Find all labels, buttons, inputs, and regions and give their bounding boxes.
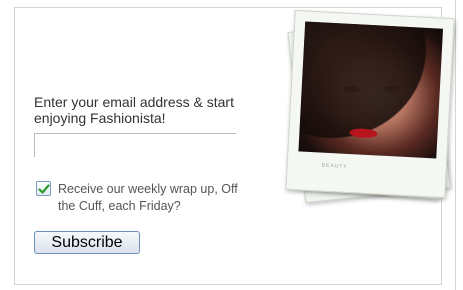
model-photo: [298, 21, 444, 159]
email-field[interactable]: [34, 133, 236, 157]
weekly-wrapup-checkbox[interactable]: [36, 181, 51, 196]
column-divider: [455, 0, 456, 290]
subscribe-button[interactable]: Subscribe: [34, 231, 140, 254]
hair: [298, 21, 444, 159]
checkmark-icon: [38, 184, 50, 194]
polaroid-caption: BEAUTY: [321, 162, 348, 170]
weekly-wrapup-label: Receive our weekly wrap up, Off the Cuff…: [58, 182, 238, 213]
signup-prompt: Enter your email address & start enjoyin…: [34, 94, 234, 126]
model-polaroid: BEAUTY: [285, 9, 455, 199]
